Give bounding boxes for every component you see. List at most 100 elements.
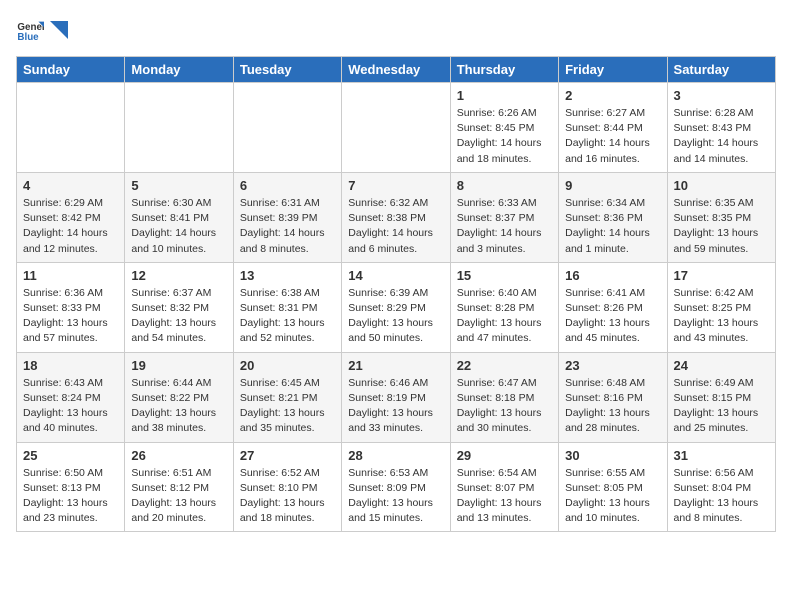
calendar-cell: 22 Sunrise: 6:47 AM Sunset: 8:18 PM Dayli… [450, 352, 558, 442]
calendar-cell: 8 Sunrise: 6:33 AM Sunset: 8:37 PM Daylig… [450, 172, 558, 262]
cell-content: Sunrise: 6:44 AM Sunset: 8:22 PM Dayligh… [131, 376, 226, 437]
day-number: 2 [565, 88, 660, 103]
cell-content: Sunrise: 6:53 AM Sunset: 8:09 PM Dayligh… [348, 466, 443, 527]
cell-content: Sunrise: 6:47 AM Sunset: 8:18 PM Dayligh… [457, 376, 552, 437]
calendar-cell: 18 Sunrise: 6:43 AM Sunset: 8:24 PM Dayli… [17, 352, 125, 442]
calendar-cell: 19 Sunrise: 6:44 AM Sunset: 8:22 PM Dayli… [125, 352, 233, 442]
cell-content: Sunrise: 6:46 AM Sunset: 8:19 PM Dayligh… [348, 376, 443, 437]
cell-content: Sunrise: 6:50 AM Sunset: 8:13 PM Dayligh… [23, 466, 118, 527]
cell-content: Sunrise: 6:35 AM Sunset: 8:35 PM Dayligh… [674, 196, 769, 257]
cell-content: Sunrise: 6:34 AM Sunset: 8:36 PM Dayligh… [565, 196, 660, 257]
weekday-header-wednesday: Wednesday [342, 57, 450, 83]
logo-triangle-icon [50, 21, 68, 39]
calendar-cell: 20 Sunrise: 6:45 AM Sunset: 8:21 PM Dayli… [233, 352, 341, 442]
day-number: 17 [674, 268, 769, 283]
day-number: 13 [240, 268, 335, 283]
day-number: 8 [457, 178, 552, 193]
calendar-cell: 25 Sunrise: 6:50 AM Sunset: 8:13 PM Dayli… [17, 442, 125, 532]
weekday-header-tuesday: Tuesday [233, 57, 341, 83]
day-number: 23 [565, 358, 660, 373]
cell-content: Sunrise: 6:55 AM Sunset: 8:05 PM Dayligh… [565, 466, 660, 527]
cell-content: Sunrise: 6:38 AM Sunset: 8:31 PM Dayligh… [240, 286, 335, 347]
calendar-cell [17, 83, 125, 173]
cell-content: Sunrise: 6:27 AM Sunset: 8:44 PM Dayligh… [565, 106, 660, 167]
day-number: 15 [457, 268, 552, 283]
calendar-cell: 16 Sunrise: 6:41 AM Sunset: 8:26 PM Dayli… [559, 262, 667, 352]
cell-content: Sunrise: 6:43 AM Sunset: 8:24 PM Dayligh… [23, 376, 118, 437]
cell-content: Sunrise: 6:30 AM Sunset: 8:41 PM Dayligh… [131, 196, 226, 257]
cell-content: Sunrise: 6:37 AM Sunset: 8:32 PM Dayligh… [131, 286, 226, 347]
day-number: 22 [457, 358, 552, 373]
calendar-week-row: 4Sunrise: 6:29 AM Sunset: 8:42 PM Daylig… [17, 172, 776, 262]
calendar-cell: 24 Sunrise: 6:49 AM Sunset: 8:15 PM Dayli… [667, 352, 775, 442]
day-number: 9 [565, 178, 660, 193]
calendar-cell: 13 Sunrise: 6:38 AM Sunset: 8:31 PM Dayli… [233, 262, 341, 352]
cell-content: Sunrise: 6:54 AM Sunset: 8:07 PM Dayligh… [457, 466, 552, 527]
weekday-header-sunday: Sunday [17, 57, 125, 83]
day-number: 7 [348, 178, 443, 193]
day-number: 28 [348, 448, 443, 463]
logo-icon: General Blue [16, 16, 44, 44]
day-number: 5 [131, 178, 226, 193]
cell-content: Sunrise: 6:49 AM Sunset: 8:15 PM Dayligh… [674, 376, 769, 437]
calendar-cell: 21 Sunrise: 6:46 AM Sunset: 8:19 PM Dayli… [342, 352, 450, 442]
calendar-cell: 6Sunrise: 6:31 AM Sunset: 8:39 PM Daylig… [233, 172, 341, 262]
day-number: 1 [457, 88, 552, 103]
cell-content: Sunrise: 6:33 AM Sunset: 8:37 PM Dayligh… [457, 196, 552, 257]
page-header: General Blue [16, 16, 776, 44]
calendar-week-row: 25 Sunrise: 6:50 AM Sunset: 8:13 PM Dayli… [17, 442, 776, 532]
day-number: 11 [23, 268, 118, 283]
calendar-cell: 9 Sunrise: 6:34 AM Sunset: 8:36 PM Daylig… [559, 172, 667, 262]
day-number: 19 [131, 358, 226, 373]
day-number: 12 [131, 268, 226, 283]
calendar-cell: 31Sunrise: 6:56 AM Sunset: 8:04 PM Dayli… [667, 442, 775, 532]
calendar-cell: 30Sunrise: 6:55 AM Sunset: 8:05 PM Dayli… [559, 442, 667, 532]
day-number: 31 [674, 448, 769, 463]
calendar-cell: 7 Sunrise: 6:32 AM Sunset: 8:38 PM Daylig… [342, 172, 450, 262]
day-number: 18 [23, 358, 118, 373]
weekday-header-row: SundayMondayTuesdayWednesdayThursdayFrid… [17, 57, 776, 83]
calendar-week-row: 18 Sunrise: 6:43 AM Sunset: 8:24 PM Dayli… [17, 352, 776, 442]
cell-content: Sunrise: 6:26 AM Sunset: 8:45 PM Dayligh… [457, 106, 552, 167]
day-number: 3 [674, 88, 769, 103]
cell-content: Sunrise: 6:45 AM Sunset: 8:21 PM Dayligh… [240, 376, 335, 437]
day-number: 21 [348, 358, 443, 373]
calendar-cell: 28 Sunrise: 6:53 AM Sunset: 8:09 PM Dayli… [342, 442, 450, 532]
cell-content: Sunrise: 6:36 AM Sunset: 8:33 PM Dayligh… [23, 286, 118, 347]
calendar-week-row: 1 Sunrise: 6:26 AM Sunset: 8:45 PM Daylig… [17, 83, 776, 173]
cell-content: Sunrise: 6:51 AM Sunset: 8:12 PM Dayligh… [131, 466, 226, 527]
calendar-cell: 14 Sunrise: 6:39 AM Sunset: 8:29 PM Dayli… [342, 262, 450, 352]
day-number: 27 [240, 448, 335, 463]
calendar-cell: 17 Sunrise: 6:42 AM Sunset: 8:25 PM Dayli… [667, 262, 775, 352]
calendar-week-row: 11 Sunrise: 6:36 AM Sunset: 8:33 PM Dayli… [17, 262, 776, 352]
calendar-cell: 1 Sunrise: 6:26 AM Sunset: 8:45 PM Daylig… [450, 83, 558, 173]
day-number: 10 [674, 178, 769, 193]
cell-content: Sunrise: 6:40 AM Sunset: 8:28 PM Dayligh… [457, 286, 552, 347]
day-number: 16 [565, 268, 660, 283]
calendar-header: SundayMondayTuesdayWednesdayThursdayFrid… [17, 57, 776, 83]
calendar-body: 1 Sunrise: 6:26 AM Sunset: 8:45 PM Daylig… [17, 83, 776, 532]
calendar-cell: 27 Sunrise: 6:52 AM Sunset: 8:10 PM Dayli… [233, 442, 341, 532]
cell-content: Sunrise: 6:42 AM Sunset: 8:25 PM Dayligh… [674, 286, 769, 347]
cell-content: Sunrise: 6:39 AM Sunset: 8:29 PM Dayligh… [348, 286, 443, 347]
weekday-header-monday: Monday [125, 57, 233, 83]
day-number: 26 [131, 448, 226, 463]
logo: General Blue [16, 16, 68, 44]
calendar-table: SundayMondayTuesdayWednesdayThursdayFrid… [16, 56, 776, 532]
weekday-header-saturday: Saturday [667, 57, 775, 83]
cell-content: Sunrise: 6:32 AM Sunset: 8:38 PM Dayligh… [348, 196, 443, 257]
cell-content: Sunrise: 6:31 AM Sunset: 8:39 PM Dayligh… [240, 196, 335, 257]
calendar-cell: 23Sunrise: 6:48 AM Sunset: 8:16 PM Dayli… [559, 352, 667, 442]
day-number: 20 [240, 358, 335, 373]
calendar-cell [342, 83, 450, 173]
calendar-cell: 2 Sunrise: 6:27 AM Sunset: 8:44 PM Daylig… [559, 83, 667, 173]
calendar-cell: 26 Sunrise: 6:51 AM Sunset: 8:12 PM Dayli… [125, 442, 233, 532]
cell-content: Sunrise: 6:52 AM Sunset: 8:10 PM Dayligh… [240, 466, 335, 527]
day-number: 24 [674, 358, 769, 373]
day-number: 29 [457, 448, 552, 463]
calendar-cell: 3Sunrise: 6:28 AM Sunset: 8:43 PM Daylig… [667, 83, 775, 173]
day-number: 14 [348, 268, 443, 283]
day-number: 25 [23, 448, 118, 463]
day-number: 4 [23, 178, 118, 193]
cell-content: Sunrise: 6:41 AM Sunset: 8:26 PM Dayligh… [565, 286, 660, 347]
